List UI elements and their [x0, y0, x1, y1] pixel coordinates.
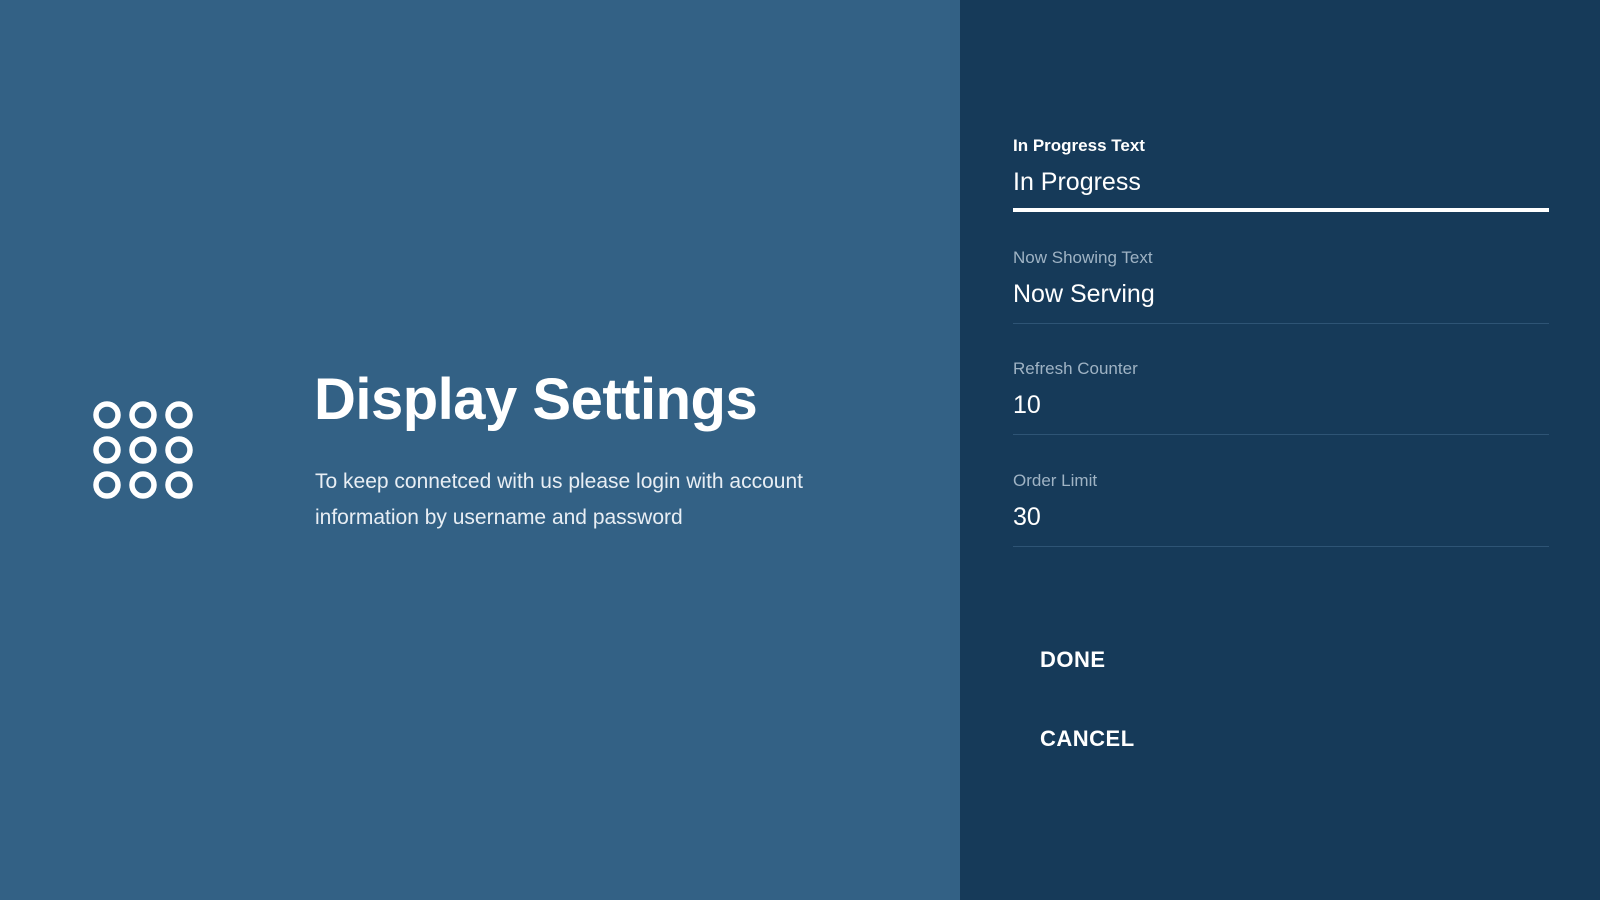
order-limit-label: Order Limit [1013, 471, 1098, 490]
now-showing-text-field: Now Showing Text [1013, 248, 1549, 324]
intro-description: To keep connetced with us please login w… [315, 470, 803, 529]
page-title: Display Settings [314, 367, 758, 432]
refresh-counter-field: Refresh Counter [1013, 359, 1549, 435]
in-progress-text-field: In Progress Text [1013, 136, 1549, 212]
now-showing-text-label: Now Showing Text [1013, 248, 1153, 267]
settings-form-panel: In Progress Text Now Showing Text Refres… [960, 0, 1600, 900]
cancel-button[interactable]: CANCEL [1040, 726, 1135, 752]
order-limit-input[interactable] [1013, 503, 1549, 547]
now-showing-text-input[interactable] [1013, 280, 1549, 324]
dial-pad-icon [93, 401, 193, 499]
in-progress-text-input[interactable] [1013, 168, 1549, 212]
done-button[interactable]: DONE [1040, 647, 1106, 673]
refresh-counter-input[interactable] [1013, 391, 1549, 435]
refresh-counter-label: Refresh Counter [1013, 359, 1138, 378]
in-progress-text-label: In Progress Text [1013, 136, 1145, 155]
intro-panel: Display Settings To keep connetced with … [0, 0, 960, 900]
app-root: Display Settings To keep connetced with … [0, 0, 1600, 900]
order-limit-field: Order Limit [1013, 471, 1549, 547]
